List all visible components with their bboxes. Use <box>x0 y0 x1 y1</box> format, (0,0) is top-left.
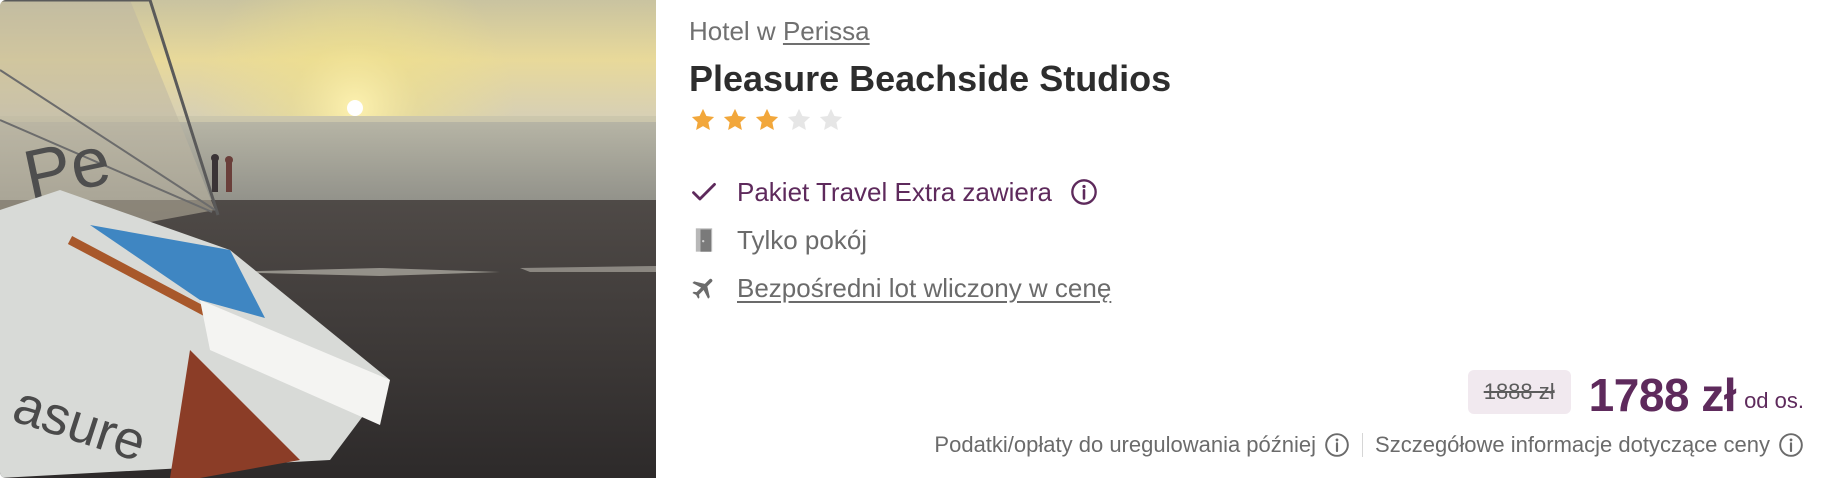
star-icon <box>691 108 715 131</box>
hotel-card[interactable]: Pe asure Hotel w Perissa Pleasure Beachs… <box>0 0 1824 478</box>
star-rating <box>689 106 845 134</box>
feature-room-only-label: Tylko pokój <box>737 224 868 255</box>
info-icon[interactable] <box>1778 432 1804 458</box>
star-icon <box>723 108 747 131</box>
hotel-name[interactable]: Pleasure Beachside Studios <box>689 58 1171 100</box>
hotel-photo[interactable]: Pe asure <box>0 0 656 478</box>
current-price: 1788 zł <box>1588 369 1737 421</box>
per-person-label: od os. <box>1744 388 1804 413</box>
info-icon[interactable] <box>1070 178 1098 206</box>
price-notes: Podatki/opłaty do uregulowania później S… <box>934 432 1804 458</box>
old-price-badge: 1888 zł <box>1467 370 1571 414</box>
info-icon[interactable] <box>1324 432 1350 458</box>
price-row: 1888 zł 1788 zł od os. <box>1467 369 1804 421</box>
feature-list: Pakiet Travel Extra zawiera Tylko pokój … <box>689 168 1111 312</box>
star-empty-icon <box>787 108 811 131</box>
check-icon <box>689 177 719 207</box>
feature-package-extra: Pakiet Travel Extra zawiera <box>689 168 1111 216</box>
taxes-note: Podatki/opłaty do uregulowania później <box>934 432 1317 457</box>
feature-package-extra-label: Pakiet Travel Extra zawiera <box>737 176 1053 207</box>
hotel-info: Hotel w Perissa Pleasure Beachside Studi… <box>689 0 1824 478</box>
feature-direct-flight[interactable]: Bezpośredni lot wliczony w cenę <box>689 264 1111 312</box>
beach-sunset-image: Pe asure <box>0 0 656 478</box>
divider <box>1362 433 1364 457</box>
direct-flight-link[interactable]: Bezpośredni lot wliczony w cenę <box>737 273 1111 304</box>
price-details-note: Szczegółowe informacje dotyczące ceny <box>1375 432 1770 457</box>
airplane-icon <box>689 273 719 303</box>
star-icon <box>755 108 779 131</box>
hotel-location: Hotel w Perissa <box>689 16 870 47</box>
location-prefix: Hotel w <box>689 16 776 46</box>
location-link[interactable]: Perissa <box>783 16 870 46</box>
star-empty-icon <box>819 108 843 131</box>
door-icon <box>689 225 719 255</box>
feature-room-only: Tylko pokój <box>689 216 1111 264</box>
